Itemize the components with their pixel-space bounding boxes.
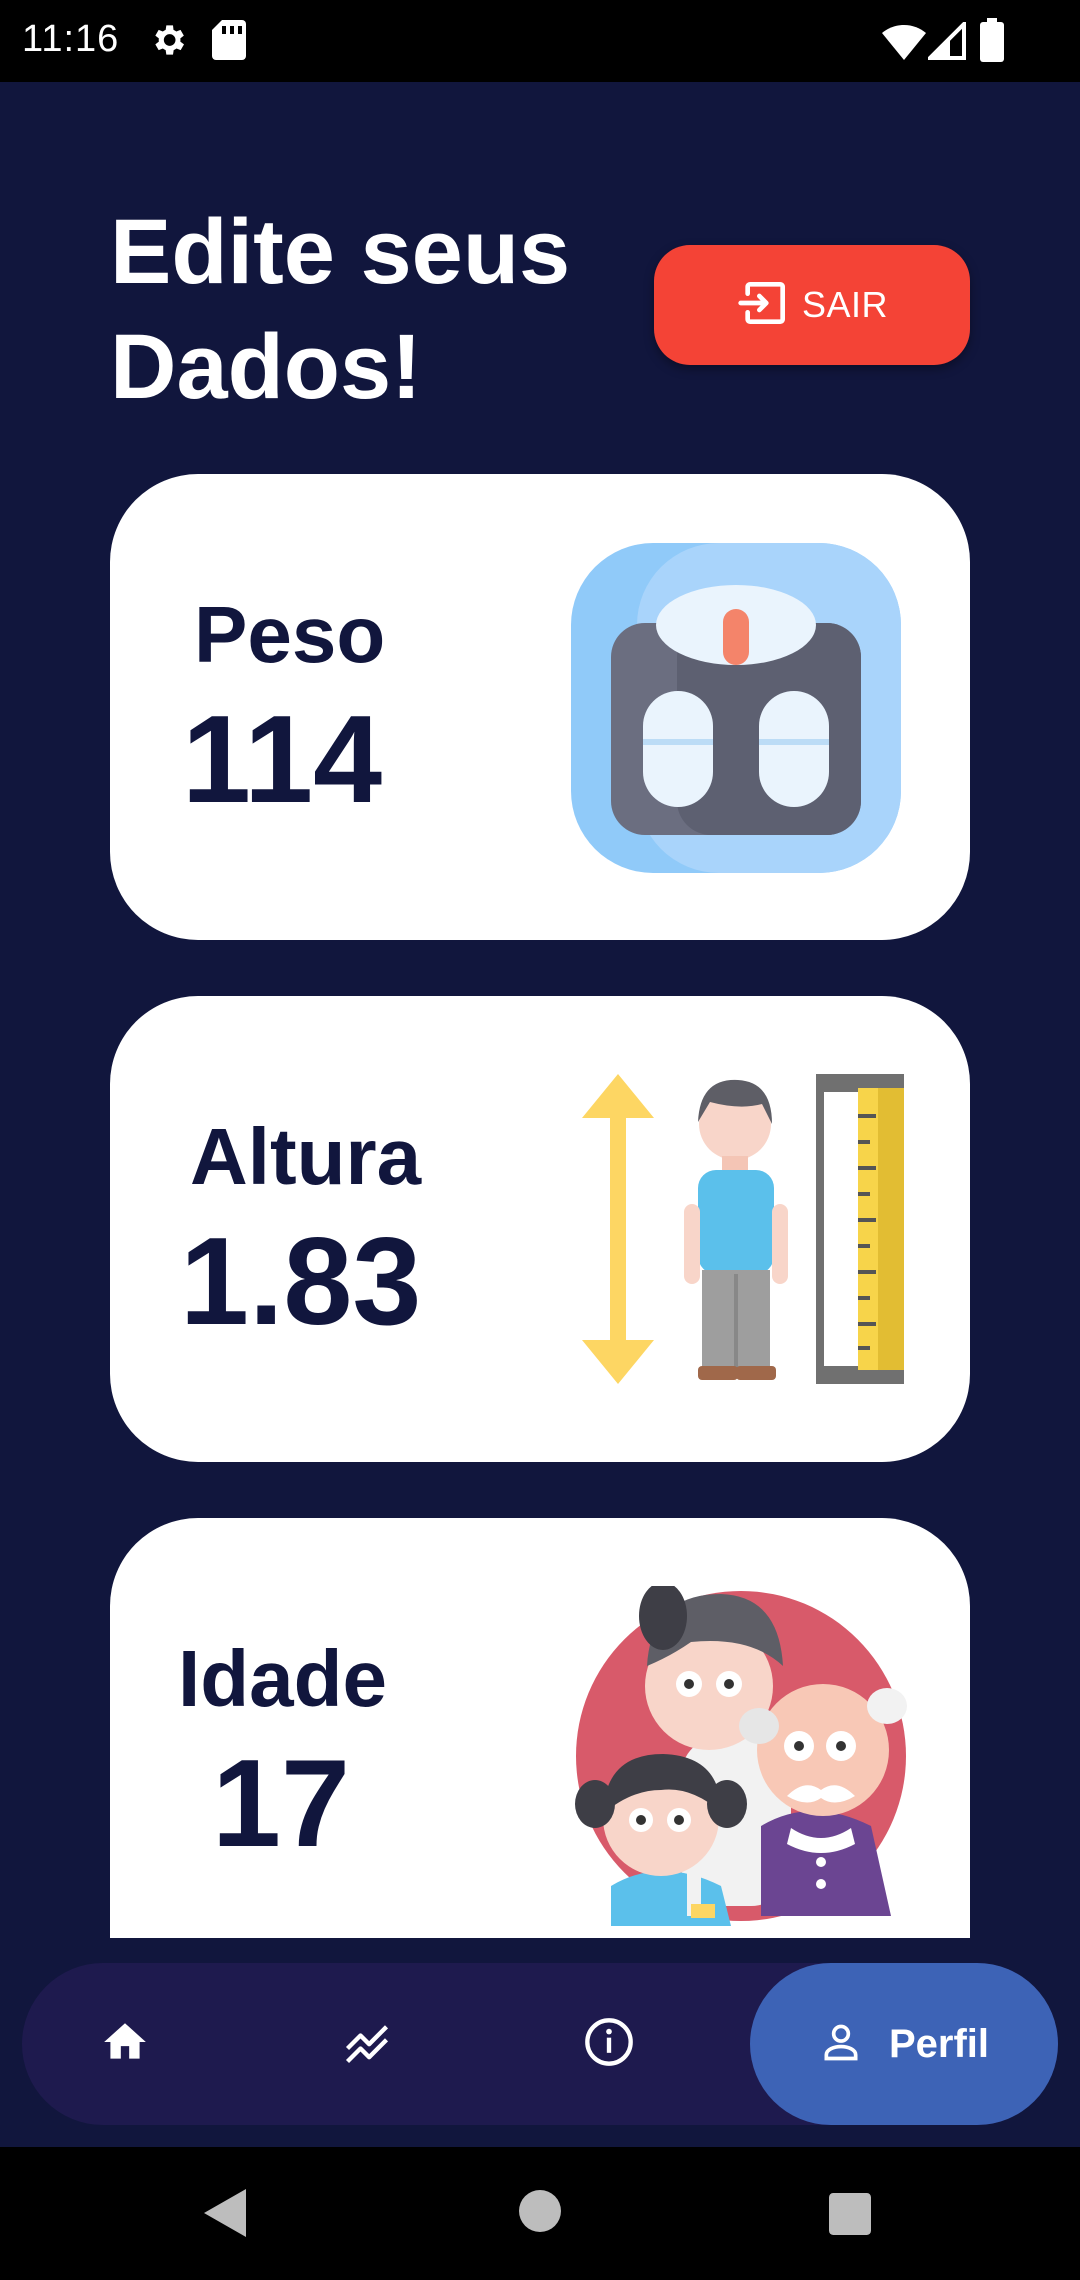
nav-profile[interactable]: Perfil (750, 1963, 1058, 2125)
family-illustration (571, 1582, 911, 1931)
wifi-icon (882, 22, 926, 65)
logout-button[interactable]: SAIR (654, 245, 970, 365)
height-value: 1.83 (180, 1213, 422, 1351)
recents-icon[interactable] (829, 2193, 871, 2240)
gear-icon (148, 20, 188, 65)
person-icon (819, 2020, 863, 2069)
scale-illustration (571, 543, 901, 878)
nav-profile-label: Perfil (888, 2021, 990, 2066)
nav-home[interactable] (62, 1963, 188, 2125)
back-icon[interactable] (204, 2189, 246, 2242)
height-card[interactable]: Altura 1.83 (110, 996, 970, 1462)
status-bar: 11:16 (0, 0, 1080, 82)
system-nav-bar (0, 2147, 1080, 2280)
page-title: Edite seus Dados! (110, 201, 571, 418)
age-value: 17 (212, 1735, 350, 1873)
weight-card[interactable]: Peso 114 (110, 474, 970, 940)
battery-icon (980, 18, 1004, 67)
weight-value: 114 (182, 691, 383, 829)
age-label: Idade (178, 1634, 387, 1723)
sd-card-icon (212, 20, 246, 65)
logout-label: SAIR (801, 284, 889, 325)
height-label: Altura (190, 1112, 422, 1201)
weight-label: Peso (194, 590, 386, 679)
bottom-nav: Perfil (22, 1963, 1058, 2125)
home-circle-icon[interactable] (519, 2190, 561, 2237)
height-measure-illustration (580, 1074, 910, 1389)
age-card[interactable]: Idade 17 (110, 1518, 970, 1938)
signal-icon (925, 19, 966, 65)
nav-info[interactable] (546, 1963, 672, 2125)
info-icon (583, 2016, 635, 2073)
home-icon (100, 2017, 150, 2072)
chart-icon (341, 2016, 393, 2073)
nav-chart[interactable] (304, 1963, 430, 2125)
status-time: 11:16 (22, 18, 120, 60)
logout-icon (736, 275, 792, 336)
